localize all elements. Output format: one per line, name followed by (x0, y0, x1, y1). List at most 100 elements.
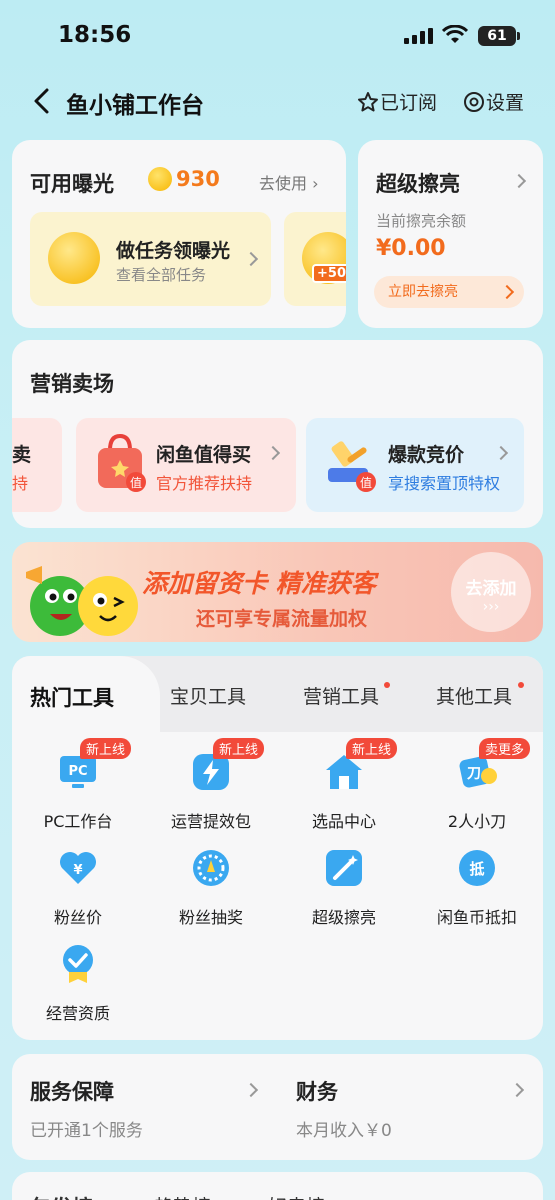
tool-two-person-knife[interactable]: 刀 卖更多 2人小刀 (411, 738, 543, 834)
use-exposure-link[interactable]: 去使用 › (259, 170, 319, 194)
unread-dot (518, 682, 524, 688)
coin-deduct-icon: 抵 (459, 850, 495, 886)
marketing-item-sub: 持 (12, 474, 29, 493)
exposure-count: 930 (176, 167, 220, 191)
subscribed-label: 已订阅 (380, 92, 438, 114)
coin-icon-glyph: 抵 (469, 860, 484, 878)
chevron-right-icon (243, 251, 259, 267)
lead-card-banner[interactable]: 添加留资卡 精准获客 还可享专属流量加权 去添加 ››› (12, 542, 543, 642)
new-badge: 新上线 (80, 738, 132, 759)
new-badge: 新上线 (213, 738, 265, 759)
banner-arrows: ››› (482, 599, 500, 615)
settings-button[interactable]: 设置 (462, 88, 524, 115)
tool-label: 选品中心 (311, 812, 376, 831)
service-subtitle: 已开通1个服务 (30, 1121, 143, 1141)
chevron-right-icon (511, 173, 527, 189)
exposure-title: 可用曝光 (30, 172, 114, 196)
tool-label: PC工作台 (43, 812, 113, 831)
tool-efficiency-pack[interactable]: 新上线 运营提效包 (145, 738, 277, 834)
wifi-icon (442, 25, 468, 43)
qualification-icon (63, 945, 93, 983)
chevron-right-icon (509, 1082, 525, 1098)
chevron-right-icon (493, 445, 509, 461)
sell-more-badge: 卖更多 (479, 738, 531, 759)
page-title: 鱼小铺工作台 (66, 93, 204, 119)
mascot-illustration (26, 566, 138, 636)
marketing-item-partial[interactable]: 卖 持 (12, 418, 62, 512)
marketing-item-hot-bid[interactable]: 值 爆款竞价 享搜索置顶特权 (306, 418, 524, 512)
status-bar: 18:56 61 (0, 0, 555, 72)
lightning-coin-icon (148, 167, 172, 191)
marketing-item-worth-buy[interactable]: 值 闲鱼值得买 官方推荐扶持 (76, 418, 296, 512)
status-time: 18:56 (58, 22, 132, 48)
marketing-item-title: 卖 (12, 444, 32, 466)
tool-selection-center[interactable]: 新上线 选品中心 (278, 738, 410, 834)
bonus-exposure-item[interactable]: +50 (284, 212, 346, 306)
super-polish-card[interactable]: 超级擦亮 当前擦亮余额 ¥0.00 立即去擦亮 (358, 140, 543, 328)
back-arrow-icon[interactable] (28, 86, 58, 116)
tool-label: 运营提效包 (170, 812, 251, 831)
polish-now-button[interactable]: 立即去擦亮 (374, 276, 524, 308)
chevron-right-icon (265, 445, 281, 461)
polish-balance: ¥0.00 (376, 236, 446, 261)
polish-balance-label: 当前擦亮余额 (376, 212, 467, 230)
svg-text:值: 值 (130, 475, 142, 490)
pc-icon-glyph: PC (68, 764, 87, 779)
new-badge: 新上线 (346, 738, 398, 759)
tool-label: 经营资质 (45, 1004, 110, 1023)
bonus-badge: +50 (312, 264, 346, 283)
knife-icon-glyph: 刀 (467, 766, 481, 782)
signal-icon (404, 28, 433, 44)
marketing-item-sub: 官方推荐扶持 (156, 474, 253, 493)
tool-pc-workbench[interactable]: PC 新上线 PC工作台 (12, 738, 144, 834)
tool-label: 2人小刀 (447, 812, 507, 831)
battery-indicator: 61 (478, 26, 520, 46)
marketing-item-title: 闲鱼值得买 (156, 444, 252, 466)
super-polish-icon (326, 850, 362, 886)
shopping-bag-icon: 值 (98, 433, 146, 492)
lightning-coin-icon (48, 232, 100, 284)
tool-label: 粉丝价 (53, 908, 102, 927)
tab-ranking-3[interactable]: 好卖榜 (268, 1192, 325, 1200)
tool-fan-price[interactable]: ¥ 粉丝价 (12, 834, 144, 930)
banner-add-label: 去添加 (465, 579, 517, 599)
tool-super-polish[interactable]: 超级擦亮 (278, 834, 410, 930)
marketing-section: 营销卖场 卖 持 值 闲鱼值得买 官方推荐扶持 值 爆款竞价 享搜索置顶特权 (12, 340, 543, 528)
marketing-title: 营销卖场 (30, 372, 114, 396)
fan-price-icon: ¥ (60, 852, 96, 884)
banner-headline: 添加留资卡 精准获客 (142, 569, 376, 598)
tool-fan-lottery[interactable]: 粉丝抽奖 (145, 834, 277, 930)
tab-marketing-tools[interactable]: 营销工具 (303, 682, 379, 709)
finance-subtitle: 本月收入￥0 (296, 1121, 392, 1141)
tools-section: 热门工具 宝贝工具 营销工具 其他工具 PC 新上线 PC工作台 新上线 运营提… (12, 656, 543, 1040)
rankings-card: 包发榜 趋势榜 好卖榜 (12, 1172, 543, 1200)
subscribed-button[interactable]: 已订阅 (356, 88, 437, 115)
chevron-right-icon (243, 1082, 259, 1098)
svg-text:值: 值 (360, 475, 372, 490)
task-title: 做任务领曝光 (116, 240, 231, 262)
banner-subline: 还可享专属流量加权 (196, 608, 368, 630)
task-subtitle: 查看全部任务 (116, 266, 207, 284)
service-finance-card: 服务保障 已开通1个服务 财务 本月收入￥0 (12, 1054, 543, 1160)
tool-coin-deduct[interactable]: 抵 闲鱼币抵扣 (411, 834, 543, 930)
tab-other-tools[interactable]: 其他工具 (436, 682, 512, 709)
tab-item-tools[interactable]: 宝贝工具 (170, 682, 246, 709)
nav-bar: 鱼小铺工作台 已订阅 设置 (0, 78, 555, 126)
tool-label: 粉丝抽奖 (178, 908, 243, 927)
tab-ranking-2[interactable]: 趋势榜 (154, 1192, 211, 1200)
task-exposure-item[interactable]: 做任务领曝光 查看全部任务 (30, 212, 271, 306)
banner-add-button[interactable]: 去添加 ››› (451, 552, 531, 632)
finance-title: 财务 (296, 1080, 338, 1104)
tool-label: 闲鱼币抵扣 (436, 908, 517, 927)
tab-ranking-1[interactable]: 包发榜 (30, 1192, 93, 1200)
unread-dot (384, 682, 390, 688)
tab-hot-tools[interactable]: 热门工具 (30, 682, 114, 712)
fan-lottery-icon (193, 850, 229, 886)
settings-label: 设置 (486, 92, 525, 114)
marketing-item-title: 爆款竞价 (388, 444, 465, 466)
tool-label: 超级擦亮 (311, 908, 376, 927)
star-outline-icon (358, 91, 378, 111)
tool-qualification[interactable]: 经营资质 (12, 930, 144, 1026)
exposure-card: 可用曝光 930 去使用 › 做任务领曝光 查看全部任务 +50 (12, 140, 346, 328)
service-title: 服务保障 (30, 1080, 114, 1104)
